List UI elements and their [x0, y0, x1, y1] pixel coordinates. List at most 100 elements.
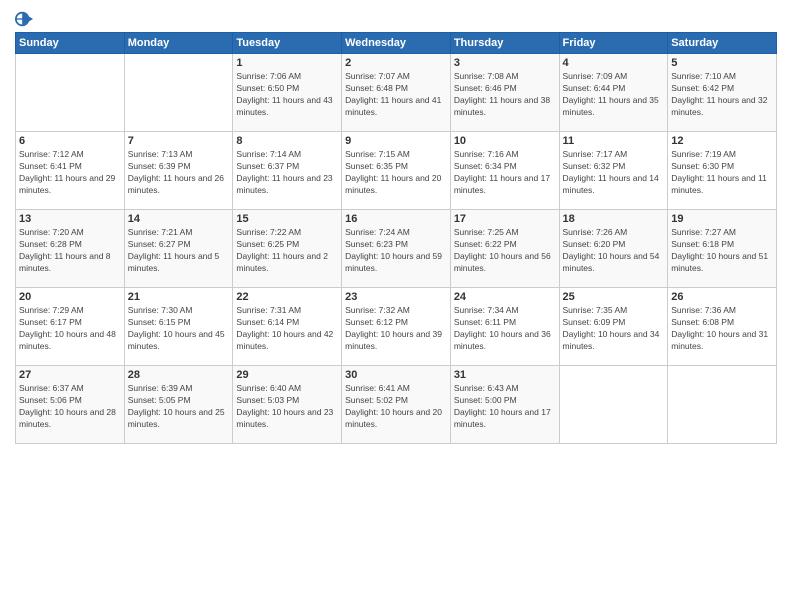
- day-detail: Sunrise: 7:35 AMSunset: 6:09 PMDaylight:…: [563, 305, 665, 353]
- day-detail: Sunrise: 7:09 AMSunset: 6:44 PMDaylight:…: [563, 71, 665, 119]
- day-cell: 6 Sunrise: 7:12 AMSunset: 6:41 PMDaylight…: [16, 132, 125, 210]
- day-detail: Sunrise: 7:10 AMSunset: 6:42 PMDaylight:…: [671, 71, 773, 119]
- day-cell: 20Sunrise: 7:29 AMSunset: 6:17 PMDayligh…: [16, 288, 125, 366]
- day-number: 4: [563, 57, 665, 69]
- day-detail: Sunrise: 6:43 AMSunset: 5:00 PMDaylight:…: [454, 383, 556, 431]
- day-detail: Sunrise: 7:36 AMSunset: 6:08 PMDaylight:…: [671, 305, 773, 353]
- day-number: 21: [128, 291, 230, 303]
- logo: [15, 10, 35, 28]
- day-number: 17: [454, 213, 556, 225]
- day-cell: 24 Sunrise: 7:34 AMSunset: 6:11 PMDayligh…: [450, 288, 559, 366]
- week-row-1: 1 Sunrise: 7:06 AMSunset: 6:50 PMDaylight…: [16, 54, 777, 132]
- day-detail: Sunrise: 7:07 AMSunset: 6:48 PMDaylight:…: [345, 71, 447, 119]
- day-cell: 13Sunrise: 7:20 AMSunset: 6:28 PMDayligh…: [16, 210, 125, 288]
- logo-icon: [15, 10, 33, 28]
- day-number: 6: [19, 135, 121, 147]
- calendar-container: SundayMondayTuesdayWednesdayThursdayFrid…: [0, 0, 792, 449]
- day-cell: 4 Sunrise: 7:09 AMSunset: 6:44 PMDaylight…: [559, 54, 668, 132]
- day-cell: 28 Sunrise: 6:39 AMSunset: 5:05 PMDayligh…: [124, 366, 233, 444]
- week-row-4: 20Sunrise: 7:29 AMSunset: 6:17 PMDayligh…: [16, 288, 777, 366]
- day-detail: Sunrise: 6:41 AMSunset: 5:02 PMDaylight:…: [345, 383, 447, 431]
- day-cell: 30 Sunrise: 6:41 AMSunset: 5:02 PMDayligh…: [342, 366, 451, 444]
- day-header-wednesday: Wednesday: [342, 33, 451, 54]
- day-cell: 19 Sunrise: 7:27 AMSunset: 6:18 PMDayligh…: [668, 210, 777, 288]
- day-detail: Sunrise: 6:40 AMSunset: 5:03 PMDaylight:…: [236, 383, 338, 431]
- day-number: 18: [563, 213, 665, 225]
- day-number: 8: [236, 135, 338, 147]
- day-detail: Sunrise: 7:13 AMSunset: 6:39 PMDaylight:…: [128, 149, 230, 197]
- day-cell: 26 Sunrise: 7:36 AMSunset: 6:08 PMDayligh…: [668, 288, 777, 366]
- day-detail: Sunrise: 7:24 AMSunset: 6:23 PMDaylight:…: [345, 227, 447, 275]
- day-number: 3: [454, 57, 556, 69]
- day-detail: Sunrise: 7:34 AMSunset: 6:11 PMDaylight:…: [454, 305, 556, 353]
- header-row: SundayMondayTuesdayWednesdayThursdayFrid…: [16, 33, 777, 54]
- day-detail: Sunrise: 7:27 AMSunset: 6:18 PMDaylight:…: [671, 227, 773, 275]
- day-number: 13: [19, 213, 121, 225]
- week-row-3: 13Sunrise: 7:20 AMSunset: 6:28 PMDayligh…: [16, 210, 777, 288]
- day-cell: 29 Sunrise: 6:40 AMSunset: 5:03 PMDayligh…: [233, 366, 342, 444]
- day-header-sunday: Sunday: [16, 33, 125, 54]
- day-detail: Sunrise: 7:06 AMSunset: 6:50 PMDaylight:…: [236, 71, 338, 119]
- day-detail: Sunrise: 6:37 AMSunset: 5:06 PMDaylight:…: [19, 383, 121, 431]
- day-number: 27: [19, 369, 121, 381]
- week-row-2: 6 Sunrise: 7:12 AMSunset: 6:41 PMDaylight…: [16, 132, 777, 210]
- day-header-tuesday: Tuesday: [233, 33, 342, 54]
- day-number: 29: [236, 369, 338, 381]
- day-cell: 16 Sunrise: 7:24 AMSunset: 6:23 PMDayligh…: [342, 210, 451, 288]
- day-number: 2: [345, 57, 447, 69]
- day-number: 1: [236, 57, 338, 69]
- day-cell: 8Sunrise: 7:14 AMSunset: 6:37 PMDaylight…: [233, 132, 342, 210]
- day-cell: 2 Sunrise: 7:07 AMSunset: 6:48 PMDaylight…: [342, 54, 451, 132]
- day-detail: Sunrise: 7:19 AMSunset: 6:30 PMDaylight:…: [671, 149, 773, 197]
- day-cell: 31 Sunrise: 6:43 AMSunset: 5:00 PMDayligh…: [450, 366, 559, 444]
- day-number: 28: [128, 369, 230, 381]
- day-detail: Sunrise: 6:39 AMSunset: 5:05 PMDaylight:…: [128, 383, 230, 431]
- day-header-monday: Monday: [124, 33, 233, 54]
- day-header-friday: Friday: [559, 33, 668, 54]
- day-cell: 3Sunrise: 7:08 AMSunset: 6:46 PMDaylight…: [450, 54, 559, 132]
- day-cell: 10 Sunrise: 7:16 AMSunset: 6:34 PMDayligh…: [450, 132, 559, 210]
- day-header-thursday: Thursday: [450, 33, 559, 54]
- day-cell: [668, 366, 777, 444]
- day-number: 20: [19, 291, 121, 303]
- day-cell: 21 Sunrise: 7:30 AMSunset: 6:15 PMDayligh…: [124, 288, 233, 366]
- day-number: 31: [454, 369, 556, 381]
- day-number: 12: [671, 135, 773, 147]
- day-number: 5: [671, 57, 773, 69]
- day-number: 14: [128, 213, 230, 225]
- day-cell: 7 Sunrise: 7:13 AMSunset: 6:39 PMDaylight…: [124, 132, 233, 210]
- week-row-5: 27 Sunrise: 6:37 AMSunset: 5:06 PMDayligh…: [16, 366, 777, 444]
- day-detail: Sunrise: 7:12 AMSunset: 6:41 PMDaylight:…: [19, 149, 121, 197]
- day-cell: 9Sunrise: 7:15 AMSunset: 6:35 PMDaylight…: [342, 132, 451, 210]
- day-header-saturday: Saturday: [668, 33, 777, 54]
- day-cell: 14Sunrise: 7:21 AMSunset: 6:27 PMDayligh…: [124, 210, 233, 288]
- day-number: 7: [128, 135, 230, 147]
- day-number: 10: [454, 135, 556, 147]
- day-number: 30: [345, 369, 447, 381]
- header: [15, 10, 777, 28]
- day-cell: 12 Sunrise: 7:19 AMSunset: 6:30 PMDayligh…: [668, 132, 777, 210]
- day-detail: Sunrise: 7:26 AMSunset: 6:20 PMDaylight:…: [563, 227, 665, 275]
- day-detail: Sunrise: 7:22 AMSunset: 6:25 PMDaylight:…: [236, 227, 338, 275]
- day-cell: 11 Sunrise: 7:17 AMSunset: 6:32 PMDayligh…: [559, 132, 668, 210]
- day-number: 26: [671, 291, 773, 303]
- day-detail: Sunrise: 7:30 AMSunset: 6:15 PMDaylight:…: [128, 305, 230, 353]
- day-number: 11: [563, 135, 665, 147]
- day-cell: 18 Sunrise: 7:26 AMSunset: 6:20 PMDayligh…: [559, 210, 668, 288]
- day-cell: 23 Sunrise: 7:32 AMSunset: 6:12 PMDayligh…: [342, 288, 451, 366]
- day-detail: Sunrise: 7:17 AMSunset: 6:32 PMDaylight:…: [563, 149, 665, 197]
- day-detail: Sunrise: 7:25 AMSunset: 6:22 PMDaylight:…: [454, 227, 556, 275]
- day-cell: 22Sunrise: 7:31 AMSunset: 6:14 PMDayligh…: [233, 288, 342, 366]
- calendar-table: SundayMondayTuesdayWednesdayThursdayFrid…: [15, 32, 777, 444]
- day-number: 16: [345, 213, 447, 225]
- day-detail: Sunrise: 7:15 AMSunset: 6:35 PMDaylight:…: [345, 149, 447, 197]
- day-cell: 25Sunrise: 7:35 AMSunset: 6:09 PMDayligh…: [559, 288, 668, 366]
- day-detail: Sunrise: 7:32 AMSunset: 6:12 PMDaylight:…: [345, 305, 447, 353]
- day-cell: 17 Sunrise: 7:25 AMSunset: 6:22 PMDayligh…: [450, 210, 559, 288]
- day-detail: Sunrise: 7:16 AMSunset: 6:34 PMDaylight:…: [454, 149, 556, 197]
- day-number: 19: [671, 213, 773, 225]
- day-number: 23: [345, 291, 447, 303]
- day-cell: 15Sunrise: 7:22 AMSunset: 6:25 PMDayligh…: [233, 210, 342, 288]
- day-cell: [124, 54, 233, 132]
- day-number: 24: [454, 291, 556, 303]
